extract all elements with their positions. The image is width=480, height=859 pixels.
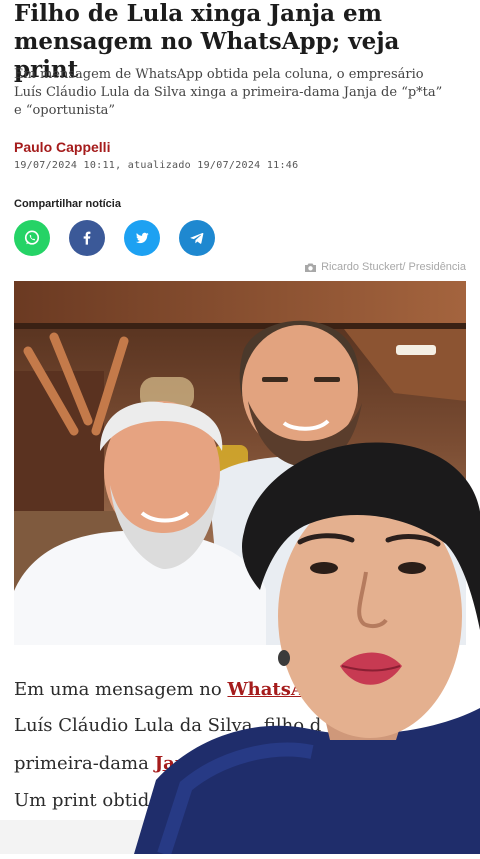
article-subtitle: Em mensagem de WhatsApp obtida pela colu… [14,67,443,118]
photo-credit: Ricardo Stuckert/ Presidência [304,261,466,273]
author-name[interactable]: Paulo Cappelli [14,139,110,155]
article-dateline: 19/07/2024 10:11, atualizado 19/07/2024 … [14,160,299,171]
presenter-figure [134,442,480,857]
twitter-share-button[interactable] [124,220,160,256]
whatsapp-share-button[interactable] [14,220,50,256]
share-buttons [14,220,215,256]
presenter-video-overlay [134,440,480,857]
whatsapp-icon [24,230,40,245]
facebook-share-button[interactable] [69,220,105,256]
share-label: Compartilhar notícia [14,198,121,210]
photo-credit-text: Ricardo Stuckert/ Presidência [321,261,466,273]
telegram-share-button[interactable] [179,220,215,256]
telegram-icon [190,232,204,244]
twitter-icon [136,232,149,244]
camera-icon [305,263,317,272]
facebook-icon [83,231,91,245]
